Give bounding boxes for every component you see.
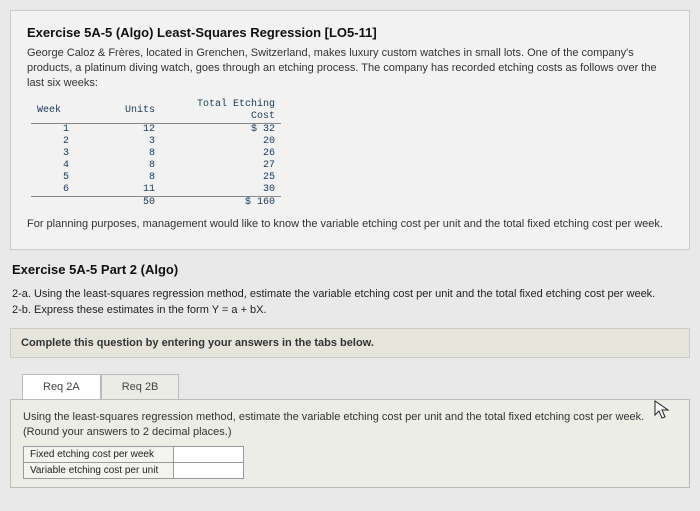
q2b: 2-b. Express these estimates in the form… [12,303,688,318]
data-table-wrap: Week Units Total Etching Cost 112$ 32 23… [31,99,673,209]
table-row: 2320 [31,136,281,148]
panel-text: Using the least-squares regression metho… [23,410,677,440]
tabs: Req 2A Req 2B [22,374,690,399]
table-row: 5825 [31,172,281,184]
complete-instruction: Complete this question by entering your … [10,328,690,358]
fixed-cost-label: Fixed etching cost per week [24,446,174,462]
table-row: 61130 [31,184,281,197]
q2a: 2-a. Using the least-squares regression … [12,287,688,302]
exercise-closing: For planning purposes, management would … [27,217,673,232]
col-units: Units [101,99,161,124]
table-row: 112$ 32 [31,123,281,136]
exercise-intro: George Caloz & Frères, located in Grench… [27,46,673,91]
tab-req-2b[interactable]: Req 2B [101,374,180,399]
fixed-cost-input[interactable] [174,446,244,462]
variable-cost-label: Variable etching cost per unit [24,462,174,478]
col-cost: Total Etching Cost [161,99,281,124]
table-total-row: 50 $ 160 [31,196,281,209]
part2-questions: 2-a. Using the least-squares regression … [12,287,688,318]
table-row: 4827 [31,160,281,172]
part2-title: Exercise 5A-5 Part 2 (Algo) [12,262,690,277]
answer-panel: Using the least-squares regression metho… [10,399,690,488]
tab-req-2a[interactable]: Req 2A [22,374,101,399]
table-row: 3826 [31,148,281,160]
exercise-card: Exercise 5A-5 (Algo) Least-Squares Regre… [10,10,690,250]
data-table: Week Units Total Etching Cost 112$ 32 23… [31,99,281,209]
exercise-title: Exercise 5A-5 (Algo) Least-Squares Regre… [27,25,673,40]
answer-table: Fixed etching cost per week Variable etc… [23,446,244,479]
variable-cost-input[interactable] [174,462,244,478]
col-week: Week [31,99,101,124]
